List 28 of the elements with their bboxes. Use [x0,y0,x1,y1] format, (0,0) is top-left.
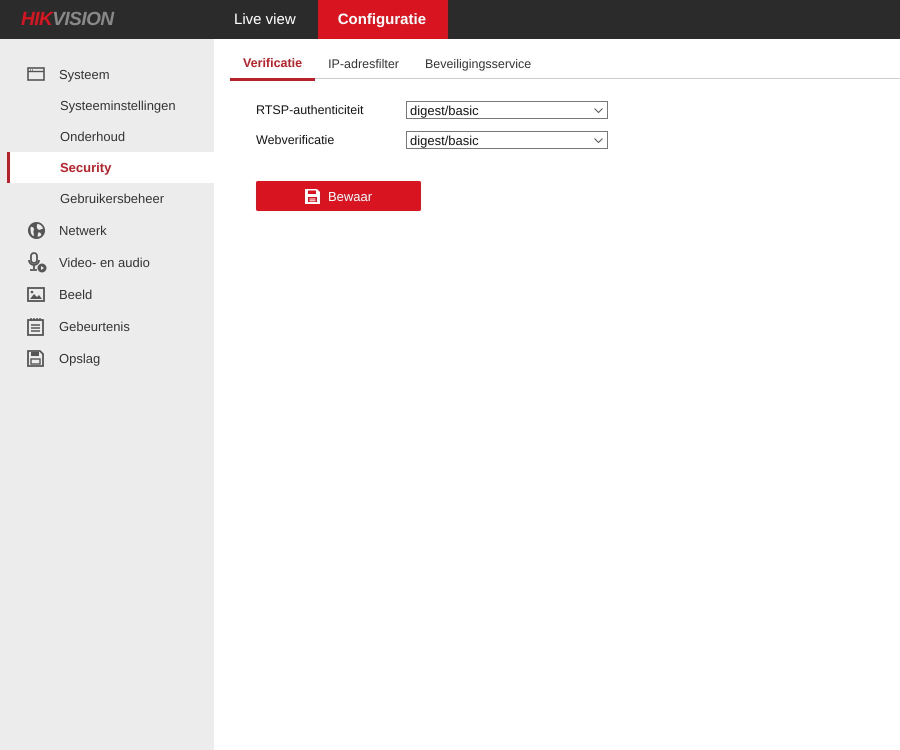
chevron-down-icon [594,108,603,112]
nav-tab[interactable]: Configuratie [318,0,448,39]
field-label: Webverificatie [256,133,336,147]
calendar-list-icon [27,316,44,336]
sidebar-group[interactable]: Video- en audio [59,254,150,270]
select-field[interactable]: digest/basic [406,131,608,149]
save-button[interactable]: Bewaar [256,181,421,211]
field-label: RTSP-authenticiteit [256,103,364,117]
select-field[interactable]: digest/basic [406,101,608,119]
logo: HIKVISION [20,8,116,32]
sidebar-item[interactable]: Systeeminstellingen [7,90,214,121]
sidebar-item[interactable]: Gebruikersbeheer [7,183,214,214]
tab[interactable]: Beveiligingsservice [412,53,544,81]
chevron-down-icon [594,138,603,142]
nav-tab[interactable]: Live view [214,0,318,39]
sidebar-item[interactable]: Security [7,152,214,183]
window-icon [27,67,45,81]
sidebar-group[interactable]: Gebeurtenis [59,318,130,334]
globe-icon [27,220,46,240]
sidebar-group[interactable]: Opslag [59,350,100,366]
image-icon [27,286,45,302]
tab[interactable]: Verificatie [230,53,316,81]
sidebar-group[interactable]: Netwerk [59,222,107,238]
tab[interactable]: IP-adresfilter [315,53,412,81]
sidebar-group[interactable]: Systeem [59,66,110,82]
sidebar-item[interactable]: Onderhoud [7,121,214,152]
microphone-camera-icon [27,252,47,272]
sidebar-group[interactable]: Beeld [59,286,92,302]
